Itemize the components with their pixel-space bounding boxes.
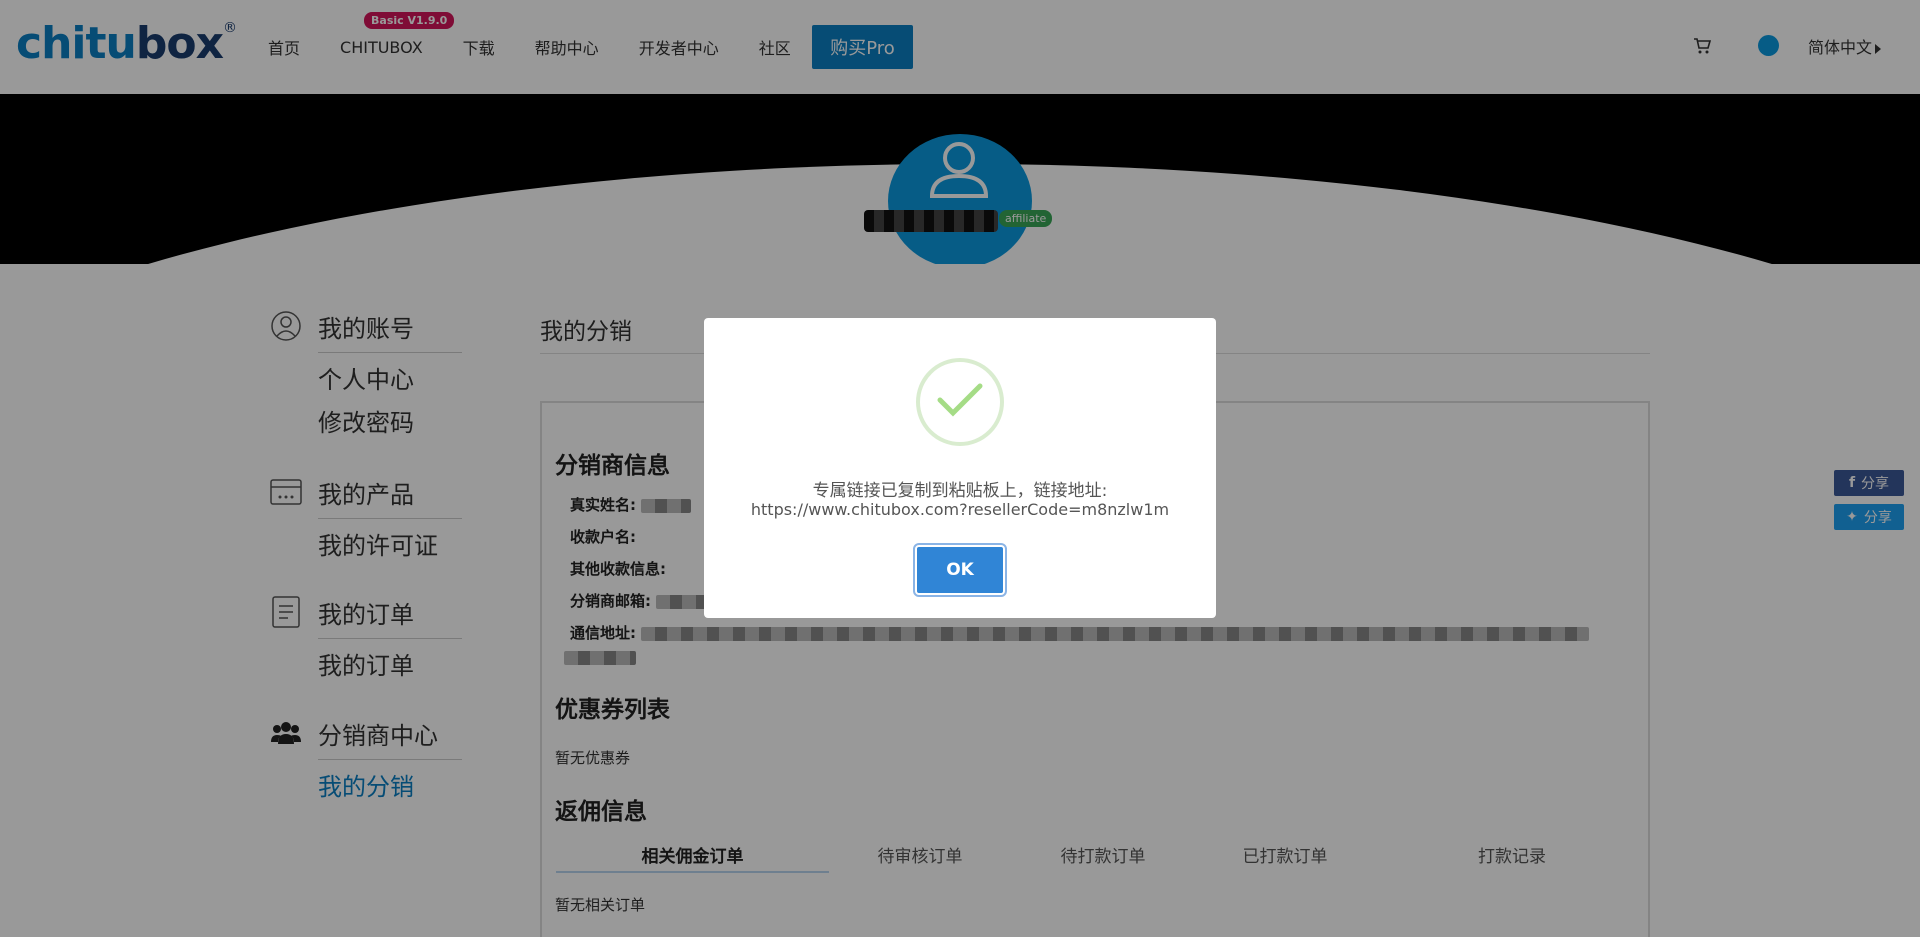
success-check-icon — [916, 358, 1004, 446]
dialog-link-url: https://www.chitubox.com?resellerCode=m8… — [750, 500, 1170, 519]
copy-success-dialog: 专属链接已复制到粘贴板上，链接地址: https://www.chitubox.… — [704, 318, 1216, 618]
dialog-message: 专属链接已复制到粘贴板上，链接地址: — [812, 481, 1108, 501]
ok-button[interactable]: OK — [913, 543, 1007, 597]
